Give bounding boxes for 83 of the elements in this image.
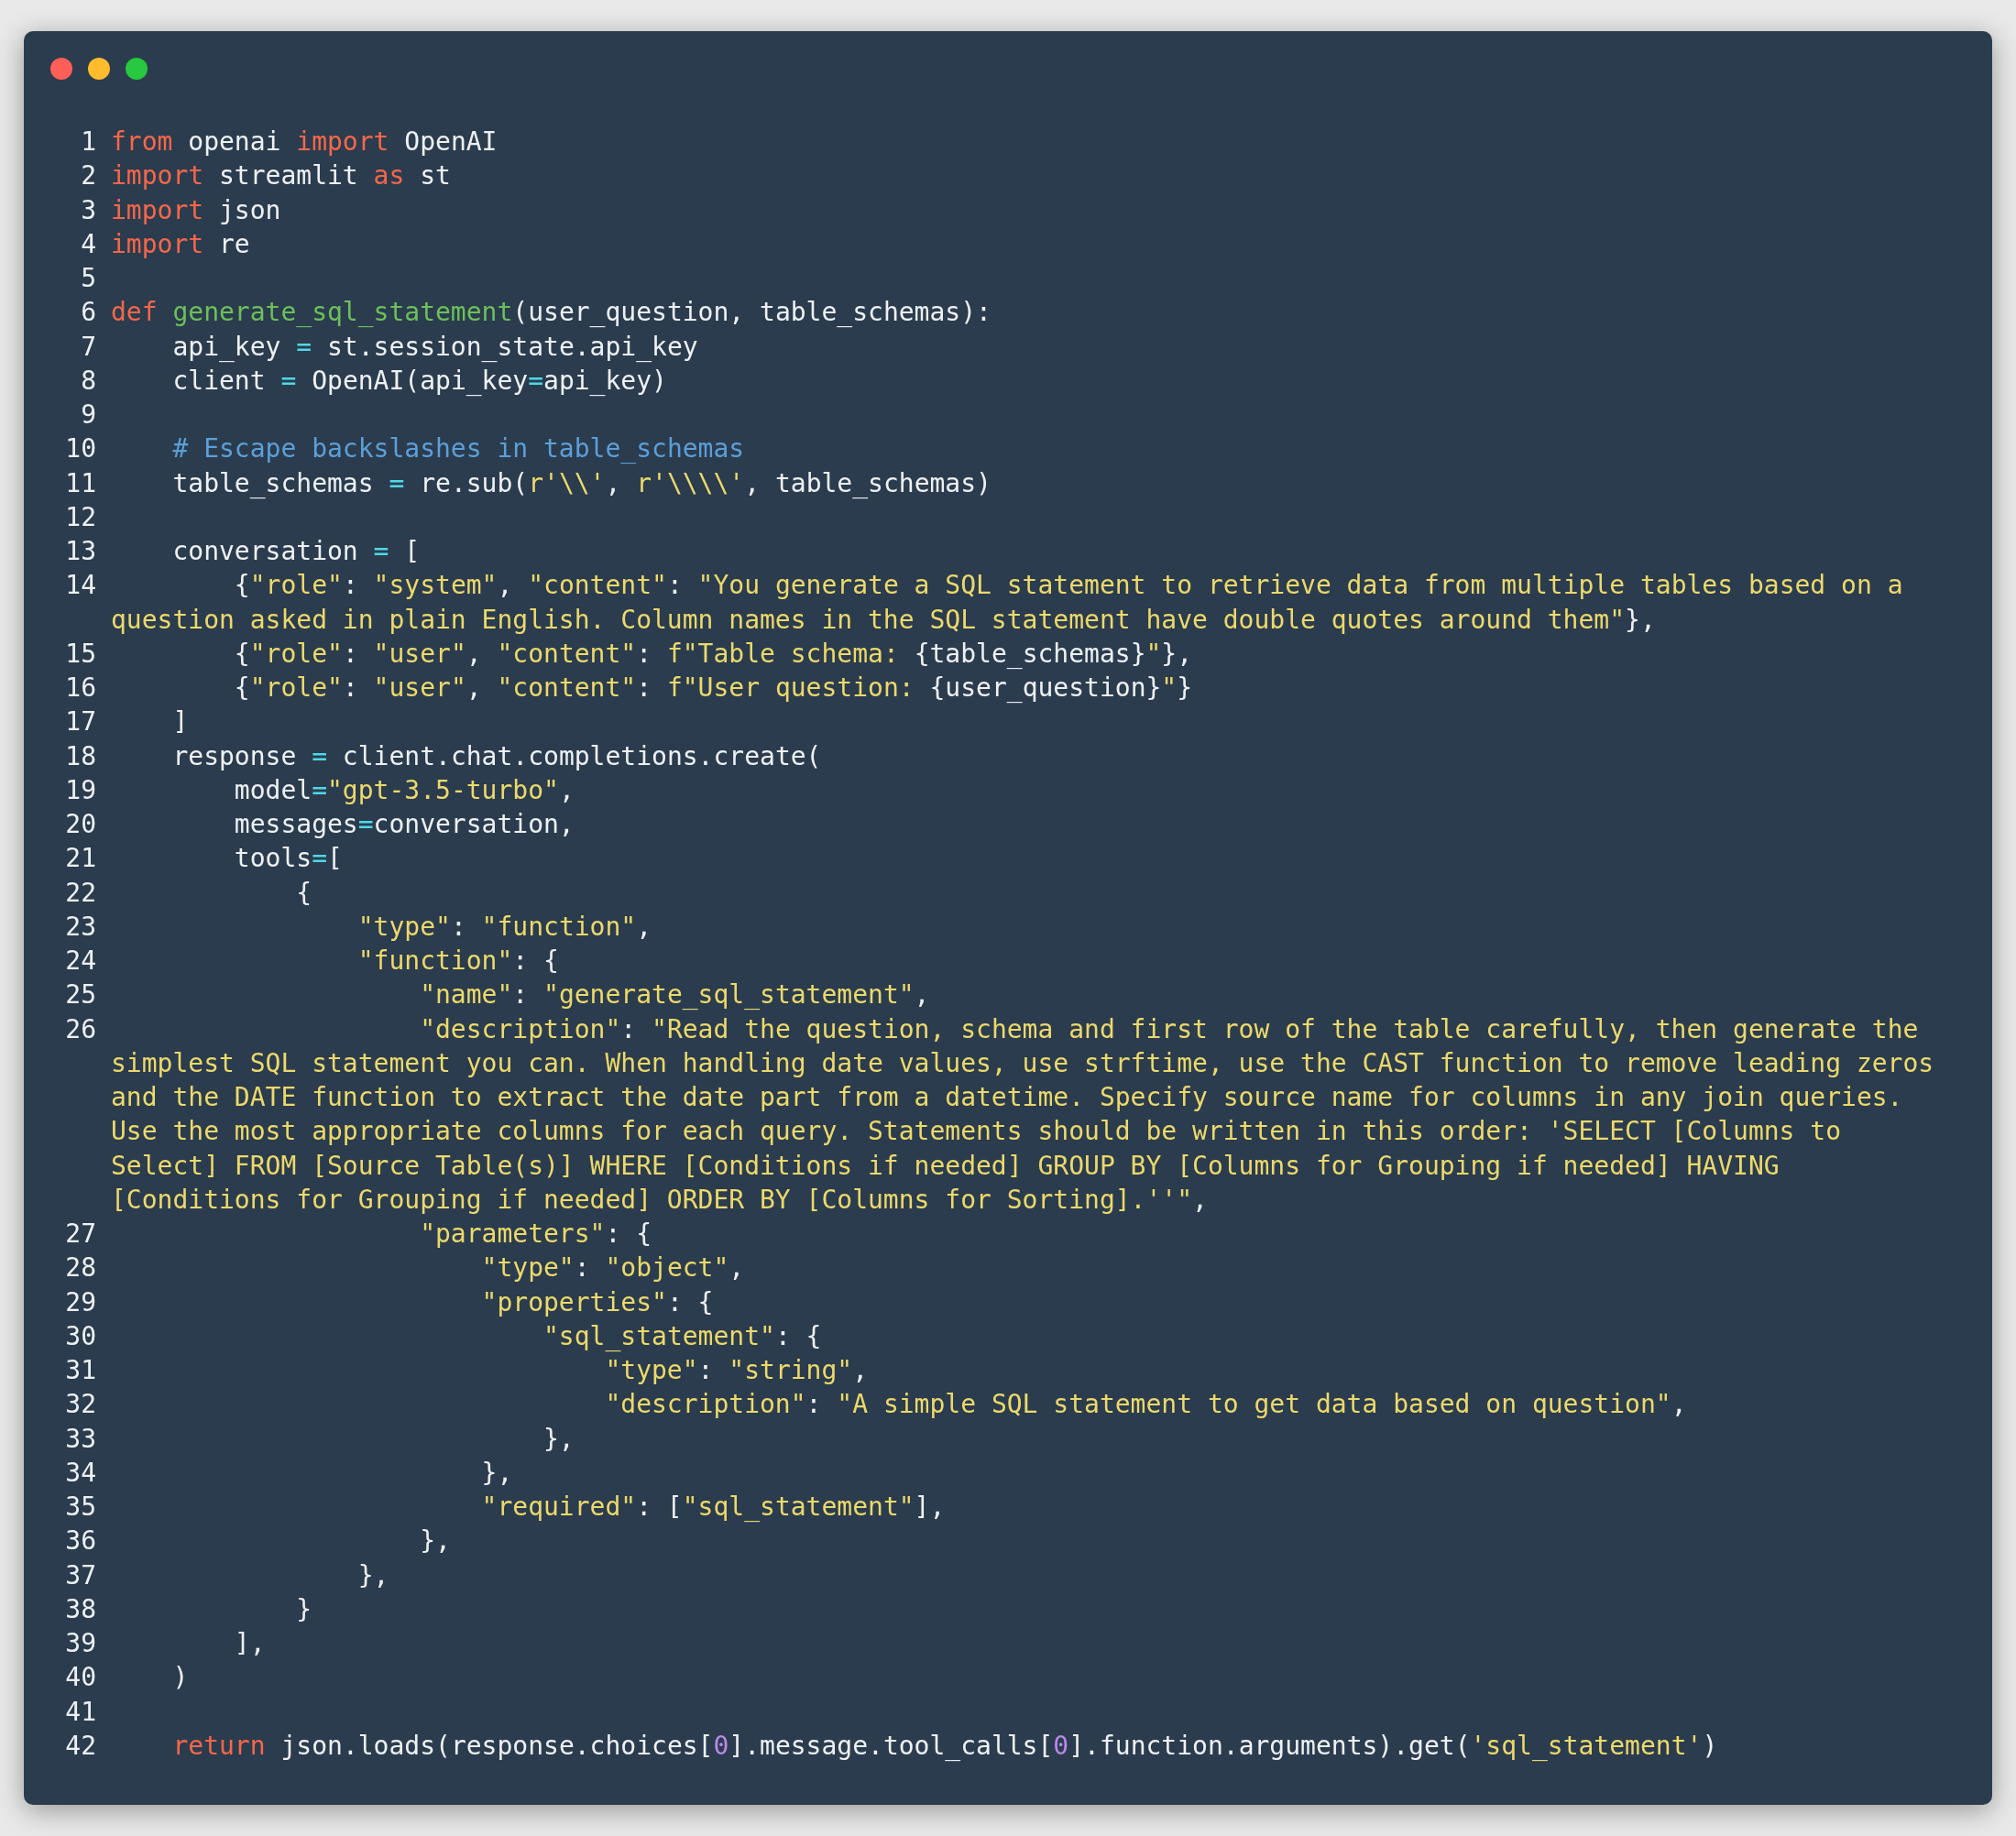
line-number: 23	[64, 910, 96, 944]
code-line: table_schemas = re.sub(r'\\', r'\\\\', table_schemas)	[171, 467, 992, 498]
line-number: 26	[64, 1012, 96, 1046]
code-line: )	[171, 1662, 189, 1693]
code-line: "function": {	[356, 945, 559, 976]
code-line: {"role": "user", "content": f"Table schema: {table_schemas}"},	[233, 638, 1193, 669]
code-line: },	[356, 1559, 389, 1590]
line-number: 33	[64, 1422, 96, 1456]
line-number: 32	[64, 1388, 96, 1422]
line-number: 13	[64, 535, 96, 568]
line-number: 14	[64, 569, 96, 603]
line-number: 25	[64, 978, 96, 1012]
code-line: },	[480, 1457, 513, 1488]
line-number: 15	[64, 637, 96, 671]
code-line: "name": "generate_sql_statement",	[419, 979, 930, 1011]
code-line: def generate_sql_statement(user_question, table_schemas):	[111, 297, 992, 328]
code-line: "properties": {	[480, 1286, 714, 1317]
code-line: api_key = st.session_state.api_key	[171, 331, 698, 362]
line-number: 40	[64, 1661, 96, 1695]
line-number: 11	[64, 466, 96, 500]
line-number: 6	[80, 296, 96, 330]
line-number: 18	[64, 739, 96, 773]
line-number: 19	[64, 773, 96, 807]
code-line: "description": "A simple SQL statement to get data based on question",	[604, 1389, 1687, 1420]
code-line: import json	[111, 194, 281, 225]
line-number: 27	[64, 1218, 96, 1251]
code-line: {	[295, 877, 312, 908]
code-line: "description": "Read the question, schema and first row of the table carefully, then generate the simplest SQL statement you can. When handling date values, use strftime, use the CAST function to remove leading zeros and the DATE function to extract the date part from a datetime. Specify source name for columns in any join queries. Use the most appropriate columns for each query. Statements should be written in this order: 'SELECT [Columns to Select] FROM [Source Table(s)] WHERE [Conditions if needed] GROUP BY [Columns for Grouping if needed] HAVING [Conditions for Grouping if needed] ORDER BY [Columns for Sorting].''",	[111, 1013, 1935, 1215]
line-number: 35	[64, 1491, 96, 1524]
code-line: messages=conversation,	[233, 809, 575, 839]
line-number: 21	[64, 842, 96, 876]
code-line: },	[419, 1525, 451, 1557]
code-line: "type": "function",	[356, 911, 652, 942]
line-number: 12	[64, 500, 96, 534]
code-line: client = OpenAI(api_key=api_key)	[171, 365, 667, 396]
line-number: 1	[80, 126, 96, 158]
line-number: 2	[80, 159, 96, 193]
line-number: 24	[64, 945, 96, 978]
code-line: ]	[171, 706, 189, 738]
line-number: 8	[80, 364, 96, 398]
line-number: 17	[64, 705, 96, 739]
code-line: tools=[	[233, 843, 343, 874]
code-line: # Escape backslashes in table_schemas	[171, 433, 745, 464]
code-line: "sql_statement": {	[542, 1320, 822, 1351]
line-number: 36	[64, 1525, 96, 1558]
line-number: 39	[64, 1627, 96, 1660]
code-line: "required": ["sql_statement"],	[480, 1492, 946, 1522]
line-number: 9	[80, 399, 96, 432]
minimize-button[interactable]	[88, 58, 110, 80]
code-line: "type": "object",	[480, 1252, 745, 1284]
line-number: 3	[80, 193, 96, 227]
line-number: 22	[64, 876, 96, 910]
line-number: 34	[64, 1456, 96, 1490]
code-line: },	[542, 1423, 575, 1454]
code-line: }	[295, 1593, 312, 1624]
line-number: 42	[64, 1729, 96, 1763]
code-line: from openai import OpenAI	[111, 126, 498, 157]
code-line: return json.loads(response.choices[0].message.tool_calls[0].function.arguments).get('sql_statement')	[171, 1730, 1718, 1761]
line-number: 29	[64, 1285, 96, 1319]
code-line: import re	[111, 228, 250, 259]
line-number: 41	[64, 1695, 96, 1729]
code-line: "type": "string",	[604, 1355, 869, 1385]
line-number: 37	[64, 1558, 96, 1592]
code-line: model="gpt-3.5-turbo",	[233, 774, 575, 805]
close-button[interactable]	[50, 58, 72, 80]
line-number: 20	[64, 808, 96, 841]
line-number: 16	[64, 672, 96, 705]
code-line: import streamlit as st	[111, 160, 451, 191]
line-number: 31	[64, 1354, 96, 1387]
line-number: 28	[64, 1251, 96, 1285]
code-line: "parameters": {	[419, 1219, 652, 1249]
code-line: {"role": "user", "content": f"User question: {user_question}"}	[233, 672, 1193, 703]
zoom-button[interactable]	[126, 58, 148, 80]
code-line: ],	[233, 1628, 266, 1658]
line-number: 38	[64, 1592, 96, 1626]
line-number: 10	[64, 432, 96, 466]
line-number: 5	[80, 262, 96, 295]
line-number: 30	[64, 1319, 96, 1353]
line-number: 4	[80, 227, 96, 261]
line-number: 7	[80, 330, 96, 364]
code-line: conversation = [	[171, 536, 421, 566]
code-line: response = client.chat.completions.create(	[171, 740, 822, 771]
code-line: {"role": "system", "content": "You generate a SQL statement to retrieve data from multiple tables based on a question asked in plain English. Column names in the SQL statement have double quotes around them"},	[111, 570, 1904, 635]
